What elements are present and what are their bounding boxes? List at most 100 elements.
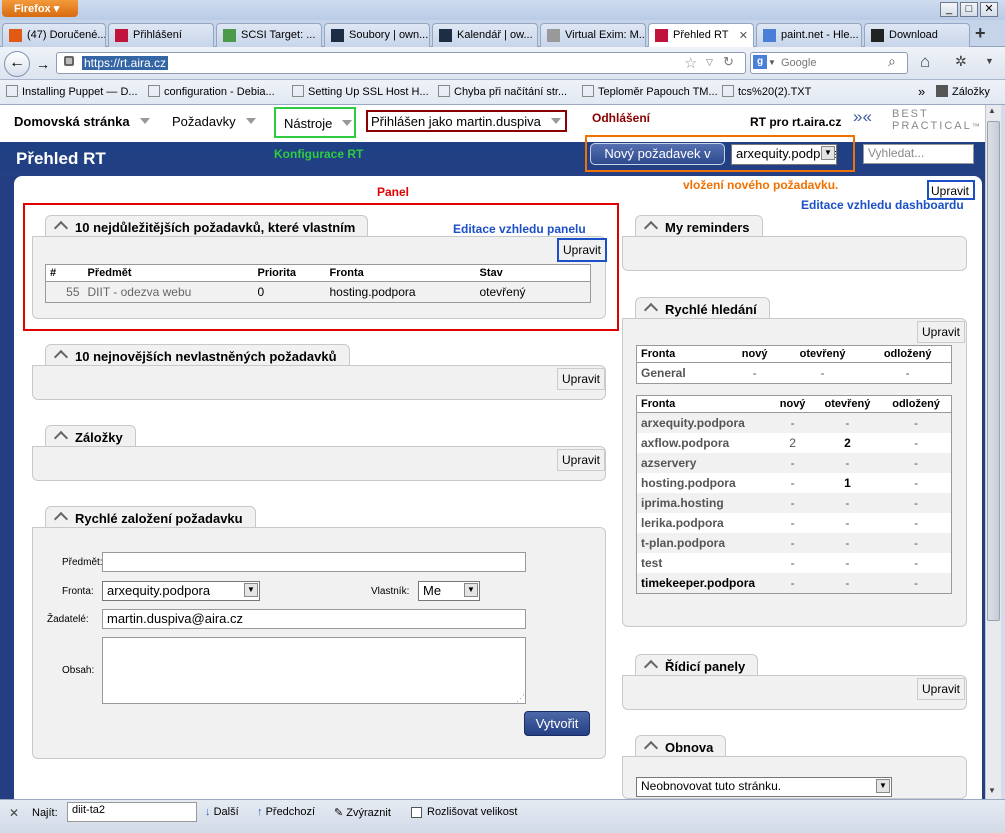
table-row[interactable]: azservery - - - (636, 453, 952, 473)
nav-logged-in[interactable]: Přihlášen jako martin.duspiva (366, 110, 567, 132)
bookmark-item[interactable]: configuration - Debia... (148, 85, 275, 98)
box-title-dashboards[interactable]: Řídicí panely (635, 654, 759, 677)
requestors-input[interactable]: martin.duspiva@aira.cz (102, 609, 526, 629)
table-cell[interactable]: 2 (772, 433, 814, 453)
match-case-checkbox[interactable] (411, 807, 422, 818)
nav-tickets[interactable]: Požadavky (164, 110, 262, 134)
table-row[interactable]: 55 DIIT - odezva webu 0 hosting.podpora otev… (45, 281, 591, 303)
search-icon[interactable]: ⌕ (888, 53, 896, 70)
menu-arrow-icon[interactable]: ▼ (985, 56, 994, 66)
refresh-select[interactable]: Neobnovovat tuto stránku. ▼ (636, 777, 892, 797)
table-row[interactable]: General - - - (637, 363, 952, 384)
tab-3[interactable]: SCSI Target: ... (216, 23, 322, 47)
bookmark-item[interactable]: Installing Puppet — D... (6, 85, 138, 98)
queue-select[interactable]: arxequity.podpora ▼ (102, 581, 260, 601)
table-row[interactable]: lerika.podpora - - - (637, 513, 952, 533)
firefox-menu-button[interactable]: Firefox ▾ (2, 0, 78, 17)
table-cell[interactable]: lerika.podpora (637, 513, 772, 533)
find-prev-button[interactable]: ↑ Předchozí (257, 806, 315, 818)
bookmarks-folder[interactable]: Záložky (936, 85, 990, 98)
nav-tools[interactable]: Nástroje (274, 107, 356, 138)
find-next-button[interactable]: ↓ Další (205, 806, 239, 818)
subject-input[interactable] (102, 552, 526, 572)
tab-7[interactable]: Přehled RT ✕ (648, 23, 754, 48)
table-cell[interactable]: General (637, 363, 729, 384)
dashboards-edit-button[interactable]: Upravit (917, 678, 966, 700)
box-title-quick-search[interactable]: Rychlé hledání (635, 297, 770, 320)
table-cell[interactable]: axflow.podpora (637, 433, 772, 453)
close-window-button[interactable]: ✕ (980, 2, 998, 17)
tab-6[interactable]: Virtual Exim: M... (540, 23, 646, 47)
find-highlight-button[interactable]: ✎ Zvýraznit (334, 806, 391, 819)
addon-icon[interactable]: ✲ (955, 53, 967, 70)
box-title-bookmarks[interactable]: Záložky (45, 425, 136, 448)
table-row[interactable]: test - - - (637, 553, 952, 573)
new-ticket-queue-select[interactable]: arxequity.podpora ▼ (731, 144, 837, 165)
new-ticket-button[interactable]: Nový požadavek v (590, 143, 725, 165)
table-cell[interactable]: test (637, 553, 772, 573)
table-cell[interactable]: - (772, 513, 814, 533)
table-cell[interactable]: DIIT - odezva webu (84, 282, 254, 303)
table-row[interactable]: iprima.hosting - - - (636, 493, 952, 513)
google-icon[interactable]: g (753, 55, 767, 69)
new-tab-button[interactable]: + (975, 23, 986, 44)
tab-9[interactable]: Download (864, 23, 970, 47)
maximize-button[interactable]: □ (960, 2, 978, 17)
rt-search-input[interactable]: Vyhledat... (863, 144, 974, 164)
content-textarea[interactable] (102, 637, 526, 704)
table-row[interactable]: hosting.podpora -1- (637, 473, 952, 493)
table-cell[interactable]: azservery (637, 453, 772, 473)
unowned-edit-button[interactable]: Upravit (557, 368, 606, 390)
bookmarks-more-button[interactable]: » (918, 84, 925, 99)
bookmark-item[interactable]: tcs%20(2).TXT (722, 85, 811, 98)
tab-1[interactable]: (47) Doručené... (2, 23, 106, 47)
table-cell[interactable]: - (772, 573, 814, 594)
box-title-quick-create[interactable]: Rychlé založení požadavku (45, 506, 256, 529)
find-close-icon[interactable]: ✕ (9, 806, 19, 820)
table-row[interactable]: arxequity.podpora - - - (636, 412, 952, 434)
quick-search-edit-button[interactable]: Upravit (917, 321, 966, 343)
tab-8[interactable]: paint.net - Hle... (756, 23, 862, 47)
home-icon[interactable]: ⌂ (920, 52, 930, 72)
dashboard-edit-button[interactable]: Upravit (927, 180, 975, 200)
table-cell[interactable]: iprima.hosting (637, 493, 772, 513)
tab-close-icon[interactable]: ✕ (739, 29, 748, 42)
table-row[interactable]: timekeeper.podpora - - - (636, 573, 952, 594)
box-title-refresh[interactable]: Obnova (635, 735, 727, 758)
table-cell[interactable]: timekeeper.podpora (637, 573, 772, 594)
scroll-down-icon[interactable]: ▼ (988, 786, 996, 795)
owner-select[interactable]: Me ▼ (418, 581, 480, 601)
bookmark-item[interactable]: Chyba při načítání str... (438, 85, 567, 98)
table-cell[interactable]: t-plan.podpora (637, 533, 772, 553)
create-button[interactable]: Vytvořit (524, 711, 590, 736)
nav-home[interactable]: Domovská stránka (6, 110, 156, 134)
my-tickets-edit-button[interactable]: Upravit (557, 238, 608, 262)
tab-4[interactable]: Soubory | own... (324, 23, 430, 47)
bookmark-item[interactable]: Setting Up SSL Host H... (292, 85, 429, 98)
box-title-my-tickets[interactable]: 10 nejdůležitějších požadavků, které vla… (45, 215, 369, 238)
box-title-reminders[interactable]: My reminders (635, 215, 763, 238)
bookmarks-edit-button[interactable]: Upravit (557, 449, 606, 471)
table-cell[interactable]: - (772, 413, 814, 434)
table-cell[interactable]: - (772, 533, 814, 553)
scroll-up-icon[interactable]: ▲ (988, 106, 996, 115)
table-cell[interactable]: - (772, 473, 814, 493)
minimize-button[interactable]: _ (940, 2, 958, 17)
tab-5[interactable]: Kalendář | ow... (432, 23, 538, 47)
find-input[interactable]: diit-ta2 (67, 802, 197, 822)
table-cell[interactable]: - (772, 553, 814, 573)
tab-2[interactable]: Přihlášení (108, 23, 214, 47)
table-cell[interactable]: - (772, 493, 814, 513)
table-cell[interactable]: - (772, 453, 814, 473)
table-cell[interactable]: hosting.podpora (637, 473, 772, 493)
star-icon[interactable]: ☆ (684, 54, 697, 72)
forward-button[interactable]: → (32, 54, 54, 74)
back-button[interactable]: ← (4, 51, 30, 77)
dropdown-icon[interactable]: ▽ (706, 57, 713, 68)
table-cell[interactable]: arxequity.podpora (637, 413, 772, 434)
table-row[interactable]: t-plan.podpora - - - (636, 533, 952, 553)
table-cell[interactable]: 55 (46, 282, 84, 303)
table-row[interactable]: axflow.podpora 2 2- (637, 433, 952, 453)
scrollbar-thumb[interactable] (987, 121, 1000, 621)
reload-icon[interactable]: ↻ (723, 54, 734, 70)
